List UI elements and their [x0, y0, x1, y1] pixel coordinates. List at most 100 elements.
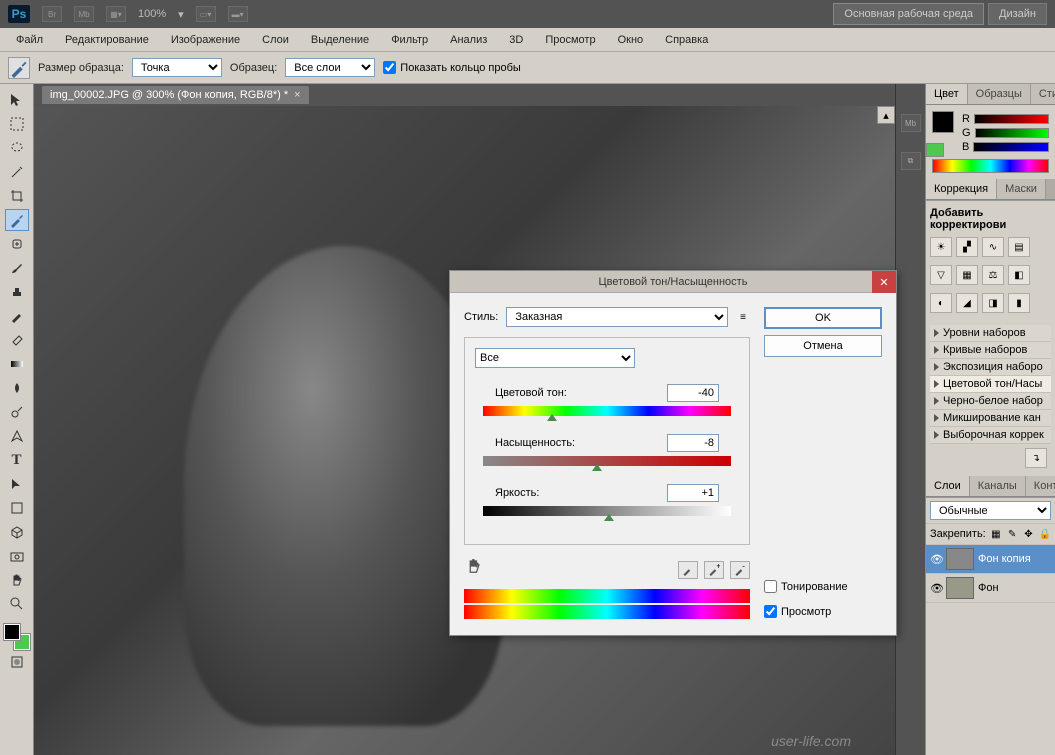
- history-icon[interactable]: ⧉: [901, 152, 921, 170]
- layer-thumbnail[interactable]: [946, 548, 974, 570]
- path-select-tool[interactable]: [5, 473, 29, 495]
- shape-tool[interactable]: [5, 497, 29, 519]
- extras-button[interactable]: ▬▾: [228, 6, 248, 22]
- visibility-icon[interactable]: 👁: [930, 553, 942, 566]
- color-ramp[interactable]: [932, 159, 1049, 173]
- quick-mask-toggle[interactable]: [5, 651, 29, 673]
- menu-edit[interactable]: Редактирование: [55, 30, 159, 50]
- preset-curves[interactable]: Кривые наборов: [930, 342, 1051, 359]
- bw-icon[interactable]: ◧: [1008, 265, 1030, 285]
- menu-view[interactable]: Просмотр: [535, 30, 605, 50]
- 3d-tool[interactable]: [5, 521, 29, 543]
- preset-levels[interactable]: Уровни наборов: [930, 325, 1051, 342]
- lightness-slider[interactable]: [483, 506, 731, 516]
- vibrance-icon[interactable]: ▽: [930, 265, 952, 285]
- channels-tab[interactable]: Каналы: [970, 476, 1026, 496]
- eyedropper-tool[interactable]: [5, 209, 29, 231]
- history-brush-tool[interactable]: [5, 305, 29, 327]
- menu-image[interactable]: Изображение: [161, 30, 250, 50]
- balance-icon[interactable]: ⚖: [982, 265, 1004, 285]
- wand-tool[interactable]: [5, 161, 29, 183]
- preset-hue[interactable]: Цветовой тон/Насы: [930, 376, 1051, 393]
- color-tab[interactable]: Цвет: [926, 84, 968, 104]
- lightness-value[interactable]: +1: [667, 484, 719, 502]
- lasso-tool[interactable]: [5, 137, 29, 159]
- sample-select[interactable]: Все слои: [285, 58, 375, 77]
- hand-tool[interactable]: [5, 569, 29, 591]
- layer-row-copy[interactable]: 👁 Фон копия: [926, 545, 1055, 574]
- scrubby-hand-icon[interactable]: [464, 557, 484, 575]
- swatches-tab[interactable]: Образцы: [968, 84, 1031, 104]
- eyedropper-minus-icon[interactable]: -: [730, 561, 750, 579]
- brightness-icon[interactable]: ☀: [930, 237, 952, 257]
- preset-bw[interactable]: Черно-белое набор: [930, 393, 1051, 410]
- healing-tool[interactable]: [5, 233, 29, 255]
- menu-file[interactable]: Файл: [6, 30, 53, 50]
- dialog-title-bar[interactable]: Цветовой тон/Насыщенность ✕: [450, 271, 896, 293]
- dialog-close-button[interactable]: ✕: [872, 271, 896, 293]
- lock-brush-icon[interactable]: ✎: [1006, 527, 1018, 541]
- foreground-background-colors[interactable]: [4, 624, 30, 650]
- levels-icon[interactable]: ▞: [956, 237, 978, 257]
- lock-pixels-icon[interactable]: ▦: [990, 527, 1002, 541]
- pen-tool[interactable]: [5, 425, 29, 447]
- menu-window[interactable]: Окно: [608, 30, 654, 50]
- hue-slider-thumb[interactable]: [547, 414, 557, 421]
- visibility-icon[interactable]: 👁: [930, 582, 942, 595]
- r-slider[interactable]: [974, 114, 1049, 124]
- saturation-slider[interactable]: [483, 456, 731, 466]
- photo-filter-icon[interactable]: ◐: [930, 293, 952, 313]
- brush-tool[interactable]: [5, 257, 29, 279]
- bridge-button[interactable]: Br: [42, 6, 62, 22]
- exposure-icon[interactable]: ▤: [1008, 237, 1030, 257]
- preset-selective[interactable]: Выборочная коррек: [930, 427, 1051, 444]
- posterize-icon[interactable]: ▮: [1008, 293, 1030, 313]
- layer-thumbnail[interactable]: [946, 577, 974, 599]
- zoom-level[interactable]: 100%: [138, 8, 166, 20]
- eyedropper-plus-icon[interactable]: +: [704, 561, 724, 579]
- foreground-color[interactable]: [4, 624, 20, 640]
- b-slider[interactable]: [973, 142, 1049, 152]
- panel-foreground-swatch[interactable]: [932, 111, 954, 133]
- panel-menu-icon[interactable]: ↴: [1025, 448, 1047, 468]
- saturation-slider-thumb[interactable]: [592, 464, 602, 471]
- g-slider[interactable]: [975, 128, 1049, 138]
- scroll-up-button[interactable]: ▴: [877, 106, 895, 124]
- adjustments-tab[interactable]: Коррекция: [926, 179, 997, 199]
- eraser-tool[interactable]: [5, 329, 29, 351]
- panel-background-swatch[interactable]: [926, 143, 944, 157]
- preset-select[interactable]: Заказная: [506, 307, 728, 327]
- blur-tool[interactable]: [5, 377, 29, 399]
- masks-tab[interactable]: Маски: [997, 179, 1046, 199]
- menu-help[interactable]: Справка: [655, 30, 718, 50]
- layer-row-background[interactable]: 👁 Фон: [926, 574, 1055, 603]
- lock-all-icon[interactable]: 🔒: [1039, 527, 1051, 541]
- camera-tool[interactable]: [5, 545, 29, 567]
- eyedropper-icon[interactable]: [678, 561, 698, 579]
- zoom-tool[interactable]: [5, 593, 29, 615]
- move-tool[interactable]: [5, 89, 29, 111]
- preset-exposure[interactable]: Экспозиция наборо: [930, 359, 1051, 376]
- preview-checkbox[interactable]: [764, 605, 777, 618]
- minibridge-button[interactable]: Mb: [74, 6, 94, 22]
- zoom-dropdown-icon[interactable]: ▾: [178, 8, 184, 21]
- minibridge-icon[interactable]: Mb: [901, 114, 921, 132]
- ok-button[interactable]: OK: [764, 307, 882, 329]
- saturation-value[interactable]: -8: [667, 434, 719, 452]
- dodge-tool[interactable]: [5, 401, 29, 423]
- paths-tab[interactable]: Конту: [1026, 476, 1055, 496]
- preset-menu-icon[interactable]: ≡: [736, 310, 750, 324]
- lightness-slider-thumb[interactable]: [604, 514, 614, 521]
- close-document-icon[interactable]: ×: [294, 89, 300, 101]
- hue-slider[interactable]: [483, 406, 731, 416]
- menu-3d[interactable]: 3D: [499, 30, 533, 50]
- invert-icon[interactable]: ◨: [982, 293, 1004, 313]
- preset-mixer[interactable]: Микширование кан: [930, 410, 1051, 427]
- blend-mode-select[interactable]: Обычные: [930, 501, 1051, 520]
- gradient-tool[interactable]: [5, 353, 29, 375]
- menu-filter[interactable]: Фильтр: [381, 30, 438, 50]
- styles-tab[interactable]: Стил: [1031, 84, 1055, 104]
- menu-analysis[interactable]: Анализ: [440, 30, 497, 50]
- channel-mixer-icon[interactable]: ◢: [956, 293, 978, 313]
- sample-size-select[interactable]: Точка: [132, 58, 222, 77]
